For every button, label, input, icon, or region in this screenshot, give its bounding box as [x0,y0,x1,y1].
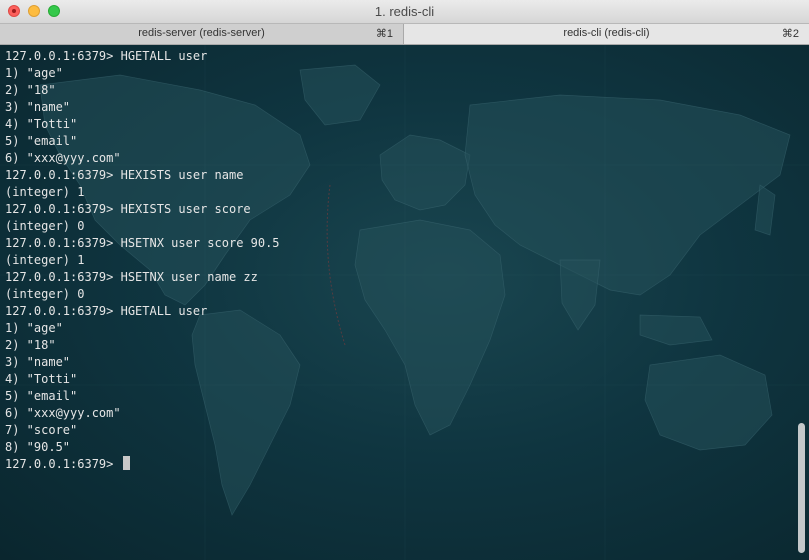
tab-shortcut: ⌘2 [781,28,799,40]
terminal-window: 1. redis-cli redis-server (redis-server)… [0,0,809,560]
terminal-line: (integer) 1 [5,185,85,199]
terminal-line: (integer) 1 [5,253,85,267]
terminal-line: 127.0.0.1:6379> HGETALL user [5,49,208,63]
tab-redis-server[interactable]: redis-server (redis-server) ⌘1 [0,24,404,44]
terminal-line: 7) "score" [5,423,78,437]
terminal-line: 4) "Totti" [5,372,78,386]
scrollbar[interactable] [798,423,805,553]
prompt-text: 127.0.0.1:6379> [5,457,121,471]
terminal-line: (integer) 0 [5,287,85,301]
terminal-line: 6) "xxx@yyy.com" [5,151,121,165]
text-cursor [122,456,130,470]
tab-redis-cli[interactable]: redis-cli (redis-cli) ⌘2 [404,24,809,44]
terminal-line: 1) "age" [5,66,63,80]
terminal-line: 127.0.0.1:6379> HEXISTS user name [5,168,244,182]
terminal-line: 3) "name" [5,355,71,369]
tab-shortcut: ⌘1 [375,28,393,40]
tab-bar: redis-server (redis-server) ⌘1 redis-cli… [0,24,809,45]
terminal-line: 5) "email" [5,134,78,148]
window-title: 1. redis-cli [374,4,435,19]
terminal-line: 6) "xxx@yyy.com" [5,406,121,420]
terminal-line: 2) "18" [5,83,56,97]
terminal-line: (integer) 0 [5,219,85,233]
terminal-lines: 127.0.0.1:6379> HGETALL user 1) "age" 2) "… [5,48,280,473]
terminal-line: 127.0.0.1:6379> HSETNX user score 90.5 [5,236,280,250]
terminal-line: 4) "Totti" [5,117,78,131]
tab-label: redis-server (redis-server) [138,27,265,39]
terminal-line: 8) "90.5" [5,440,71,454]
terminal-line: 127.0.0.1:6379> HEXISTS user score [5,202,251,216]
terminal-line: 3) "name" [5,100,71,114]
prompt-line[interactable]: 127.0.0.1:6379> [5,456,280,473]
title-bar[interactable]: 1. redis-cli [0,0,809,24]
terminal-line: 2) "18" [5,338,56,352]
tab-label: redis-cli (redis-cli) [563,27,650,39]
terminal-output-area[interactable]: 127.0.0.1:6379> HGETALL user 1) "age" 2) "… [0,45,809,560]
terminal-line: 1) "age" [5,321,63,335]
terminal-line: 127.0.0.1:6379> HSETNX user name zz [5,270,258,284]
terminal-line: 5) "email" [5,389,78,403]
terminal-line: 127.0.0.1:6379> HGETALL user [5,304,208,318]
